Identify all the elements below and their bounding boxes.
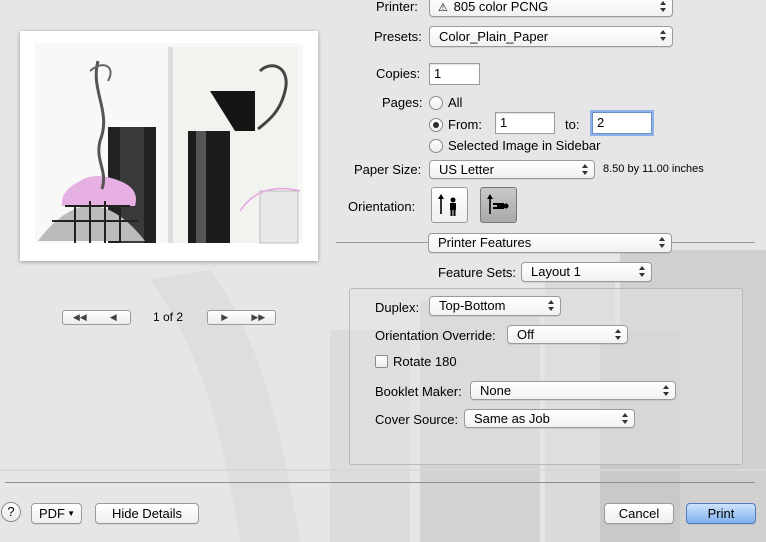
- paper-size-popup[interactable]: US Letter: [429, 160, 595, 179]
- chevron-down-icon: ▼: [67, 509, 75, 518]
- hide-details-button[interactable]: Hide Details: [95, 503, 199, 524]
- orientation-portrait-button[interactable]: [431, 187, 468, 223]
- booklet-maker-label: Booklet Maker:: [375, 384, 462, 399]
- preview-next-last-buttons[interactable]: ▶ ▶▶: [207, 310, 276, 325]
- rotate-180-label: Rotate 180: [393, 354, 457, 369]
- pdf-menu-button[interactable]: PDF ▼: [31, 503, 82, 524]
- popup-arrows-icon: [622, 413, 628, 424]
- pages-all-radio[interactable]: [429, 96, 443, 110]
- popup-arrows-icon: [659, 237, 665, 248]
- copies-field[interactable]: 1: [429, 63, 480, 85]
- presets-label: Presets:: [374, 29, 422, 44]
- feature-sets-value: Layout 1: [531, 264, 581, 279]
- next-page-icon[interactable]: ▶: [208, 311, 242, 324]
- last-page-icon[interactable]: ▶▶: [242, 311, 276, 324]
- orientation-override-label: Orientation Override:: [375, 328, 496, 343]
- presets-value: Color_Plain_Paper: [439, 29, 549, 44]
- pdf-label: PDF: [39, 506, 65, 521]
- popup-arrows-icon: [615, 329, 621, 340]
- duplex-popup[interactable]: Top-Bottom: [429, 296, 561, 316]
- page-indicator: 1 of 2: [153, 310, 184, 324]
- rotate-180-checkbox[interactable]: [375, 355, 388, 368]
- booklet-maker-popup[interactable]: None: [470, 381, 676, 400]
- pages-from-label: From:: [448, 117, 482, 132]
- section-divider-right: [672, 242, 755, 243]
- duplex-value: Top-Bottom: [439, 298, 506, 313]
- paper-size-label: Paper Size:: [354, 162, 422, 177]
- copies-label: Copies:: [376, 66, 421, 81]
- printer-value: 805 color PCNG: [453, 0, 549, 14]
- previous-page-icon[interactable]: ◀: [97, 311, 131, 324]
- duplex-label: Duplex:: [375, 300, 420, 315]
- pages-all-label: All: [448, 95, 463, 110]
- cover-source-value: Same as Job: [474, 411, 550, 426]
- feature-sets-label: Feature Sets:: [438, 265, 517, 280]
- popup-arrows-icon: [663, 385, 669, 396]
- pages-selected-radio[interactable]: [429, 139, 443, 153]
- pages-from-radio[interactable]: [429, 118, 443, 132]
- popup-arrows-icon: [660, 1, 666, 12]
- section-popup-value: Printer Features: [438, 235, 532, 250]
- presets-popup[interactable]: Color_Plain_Paper: [429, 26, 673, 47]
- booklet-maker-value: None: [480, 383, 512, 398]
- paper-dimensions: 8.50 by 11.00 inches: [603, 163, 704, 175]
- pages-label: Pages:: [382, 95, 423, 110]
- printer-popup[interactable]: ⚠ 805 color PCNG: [429, 0, 673, 17]
- paper-size-value: US Letter: [439, 162, 494, 177]
- pages-selected-label: Selected Image in Sidebar: [448, 138, 601, 153]
- orientation-override-value: Off: [517, 327, 535, 342]
- pages-to-label: to:: [565, 117, 580, 132]
- cover-source-popup[interactable]: Same as Job: [464, 409, 635, 428]
- portrait-orientation-icon: [438, 194, 456, 216]
- orientation-label: Orientation:: [348, 199, 416, 214]
- print-preview: [20, 31, 318, 261]
- landscape-orientation-icon: [487, 194, 509, 214]
- first-page-icon[interactable]: ◀◀: [63, 311, 97, 324]
- preview-first-prev-buttons[interactable]: ◀◀ ◀: [62, 310, 131, 325]
- help-icon: ?: [7, 504, 15, 519]
- cancel-button[interactable]: Cancel: [604, 503, 674, 524]
- popup-arrows-icon: [639, 266, 645, 277]
- footer-divider: [5, 482, 755, 483]
- pages-from-field[interactable]: 1: [495, 112, 555, 134]
- feature-sets-popup[interactable]: Layout 1: [521, 262, 652, 282]
- orientation-override-popup[interactable]: Off: [507, 325, 628, 344]
- help-button[interactable]: ?: [1, 502, 21, 522]
- cover-source-label: Cover Source:: [375, 412, 459, 427]
- orientation-landscape-button[interactable]: [480, 187, 517, 223]
- pages-to-field[interactable]: 2: [592, 112, 652, 134]
- preview-image: [35, 43, 303, 244]
- printer-label: Printer:: [376, 0, 418, 14]
- warning-triangle-icon: ⚠: [438, 2, 448, 14]
- popup-arrows-icon: [548, 300, 554, 311]
- popup-arrows-icon: [660, 30, 666, 41]
- popup-arrows-icon: [582, 164, 588, 175]
- section-divider-left: [336, 242, 428, 243]
- print-button[interactable]: Print: [686, 503, 756, 524]
- section-popup[interactable]: Printer Features: [428, 233, 672, 253]
